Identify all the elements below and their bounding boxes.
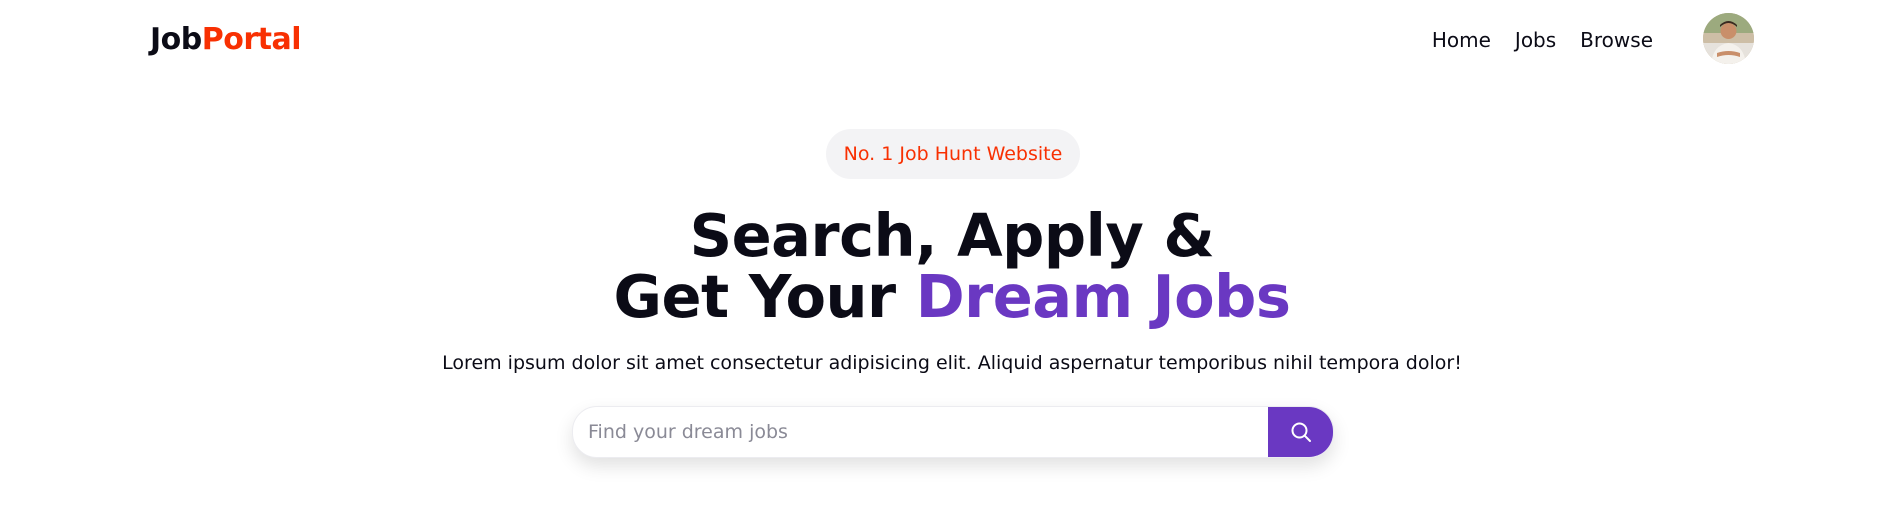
- logo[interactable]: JobPortal: [150, 22, 302, 57]
- hero-tagline: Lorem ipsum dolor sit amet consectetur a…: [442, 352, 1462, 374]
- search-input[interactable]: [573, 407, 1268, 457]
- hero-badge: No. 1 Job Hunt Website: [826, 129, 1080, 179]
- nav-link-jobs[interactable]: Jobs: [1515, 28, 1556, 52]
- nav-link-home[interactable]: Home: [1432, 28, 1491, 52]
- navbar: JobPortal Home Jobs Browse: [0, 0, 1878, 80]
- headline-line-2-prefix: Get Your: [613, 262, 916, 331]
- headline-line-2: Get Your Dream Jobs: [0, 266, 1878, 327]
- avatar-photo-icon: [1703, 13, 1754, 64]
- search-bar: [572, 406, 1334, 458]
- search-icon: [1291, 422, 1311, 442]
- user-avatar-icon[interactable]: [1703, 13, 1754, 64]
- headline-line-1: Search, Apply &: [689, 201, 1215, 270]
- nav-links: Home Jobs Browse: [1432, 28, 1653, 52]
- search-button[interactable]: [1268, 407, 1333, 457]
- headline-accent: Dream Jobs: [915, 262, 1291, 331]
- logo-text-portal: Portal: [201, 22, 302, 57]
- nav-link-browse[interactable]: Browse: [1580, 28, 1653, 52]
- logo-text-job: Job: [150, 22, 202, 57]
- hero-headline: Search, Apply & Get Your Dream Jobs: [0, 205, 1878, 327]
